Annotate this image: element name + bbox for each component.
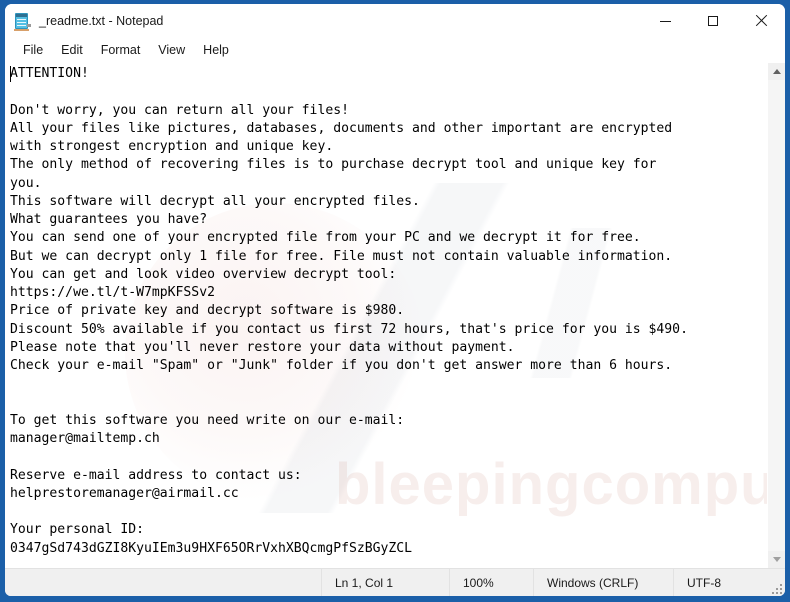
maximize-button[interactable] (689, 4, 737, 38)
scroll-up-icon (772, 69, 781, 74)
scroll-down-icon (772, 557, 781, 562)
status-zoom-level[interactable]: 100% (449, 569, 533, 596)
close-icon (755, 15, 767, 27)
menu-bar: File Edit Format View Help (5, 38, 785, 62)
scrollbar-track[interactable] (768, 80, 785, 551)
maximize-icon (708, 16, 718, 26)
window-client-area: _readme.txt - Notepad File Edit Format V… (5, 4, 785, 596)
minimize-button[interactable] (641, 4, 689, 38)
minimize-icon (659, 20, 671, 22)
notepad-icon (14, 12, 31, 31)
scroll-down-button[interactable] (768, 551, 785, 568)
notepad-window: _readme.txt - Notepad File Edit Format V… (0, 0, 790, 602)
status-encoding[interactable]: UTF-8 (673, 569, 785, 596)
window-title: _readme.txt - Notepad (39, 14, 164, 28)
resize-grip-icon[interactable] (770, 582, 782, 594)
close-button[interactable] (737, 4, 785, 38)
scroll-up-button[interactable] (768, 63, 785, 80)
menu-item-view[interactable]: View (149, 41, 194, 59)
text-caret (10, 66, 11, 82)
menu-item-help[interactable]: Help (194, 41, 238, 59)
menu-item-format[interactable]: Format (92, 41, 150, 59)
title-bar-left: _readme.txt - Notepad (5, 12, 163, 31)
window-controls (641, 4, 785, 38)
menu-item-file[interactable]: File (14, 41, 52, 59)
title-bar[interactable]: _readme.txt - Notepad (5, 4, 785, 38)
status-bar: Ln 1, Col 1 100% Windows (CRLF) UTF-8 (5, 568, 785, 596)
ransom-note-text[interactable]: ATTENTION! Don't worry, you can return a… (5, 63, 767, 568)
vertical-scrollbar[interactable] (767, 63, 785, 568)
status-line-ending[interactable]: Windows (CRLF) (533, 569, 673, 596)
editor-area: bleepingcomputer.com ATTENTION! Don't wo… (5, 62, 785, 568)
status-cursor-position[interactable]: Ln 1, Col 1 (321, 569, 449, 596)
menu-item-edit[interactable]: Edit (52, 41, 92, 59)
